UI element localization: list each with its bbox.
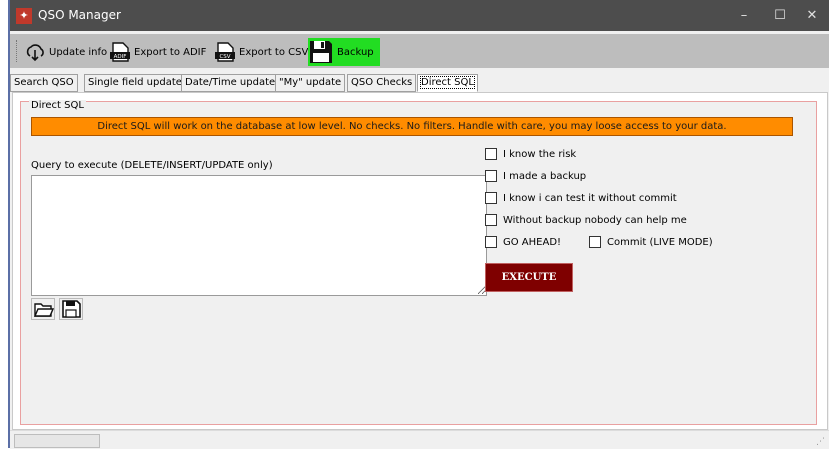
qso-manager-window: ✦ QSO Manager – ☐ ✕ Update info ADIF Exp… bbox=[10, 0, 829, 449]
execute-button[interactable]: EXECUTE bbox=[485, 263, 573, 292]
svg-text:ADIF: ADIF bbox=[114, 54, 127, 60]
tab-my-update[interactable]: "My" update bbox=[275, 74, 346, 92]
checkbox-made-backup[interactable]: I made a backup bbox=[485, 170, 586, 182]
export-csv-label: Export to CSV bbox=[239, 46, 309, 58]
warning-banner: Direct SQL will work on the database at … bbox=[31, 117, 793, 136]
update-info-label: Update info bbox=[49, 46, 108, 58]
tab-qso-checks[interactable]: QSO Checks bbox=[347, 74, 417, 92]
folder-open-icon bbox=[32, 303, 55, 323]
close-button[interactable]: ✕ bbox=[792, 4, 829, 28]
checkbox-without-backup[interactable]: Without backup nobody can help me bbox=[485, 214, 687, 226]
tab-panel: Direct SQL Direct SQL will work on the d… bbox=[12, 92, 828, 430]
cloud-download-icon bbox=[24, 41, 46, 63]
left-edge bbox=[0, 0, 10, 448]
checkbox-go-ahead[interactable]: GO AHEAD! bbox=[485, 236, 561, 248]
query-textarea[interactable] bbox=[31, 175, 487, 296]
save-file-button[interactable] bbox=[59, 298, 83, 320]
title-bar: ✦ QSO Manager – ☐ ✕ bbox=[10, 0, 829, 31]
csv-file-icon: CSV bbox=[214, 41, 236, 63]
backup-button[interactable]: Backup bbox=[308, 38, 380, 66]
toolbar-grip[interactable] bbox=[16, 40, 19, 62]
direct-sql-group: Direct SQL Direct SQL will work on the d… bbox=[20, 100, 817, 425]
floppy-save-icon bbox=[60, 300, 82, 323]
update-info-button[interactable]: Update info bbox=[24, 40, 107, 64]
export-adif-button[interactable]: ADIF Export to ADIF bbox=[109, 40, 206, 64]
checkbox-know-risk[interactable]: I know the risk bbox=[485, 148, 576, 160]
tab-search-qso[interactable]: Search QSO bbox=[10, 74, 78, 92]
open-file-button[interactable] bbox=[31, 298, 55, 320]
tab-direct-sql[interactable]: Direct SQL bbox=[417, 74, 478, 92]
window-title: QSO Manager bbox=[38, 8, 121, 22]
svg-text:CSV: CSV bbox=[219, 54, 230, 60]
status-bar: ⋰ bbox=[10, 430, 829, 449]
adif-file-icon: ADIF bbox=[109, 41, 131, 63]
backup-label: Backup bbox=[337, 46, 374, 58]
toolbar: Update info ADIF Export to ADIF CSV Expo… bbox=[10, 34, 829, 68]
checkbox-test-without-commit[interactable]: I know i can test it without commit bbox=[485, 192, 677, 204]
floppy-disk-icon bbox=[308, 39, 334, 65]
app-icon: ✦ bbox=[16, 8, 32, 24]
checkbox-commit-live-mode[interactable]: Commit (LIVE MODE) bbox=[589, 236, 713, 248]
export-adif-label: Export to ADIF bbox=[134, 46, 207, 58]
query-label: Query to execute (DELETE/INSERT/UPDATE o… bbox=[31, 160, 273, 171]
group-title: Direct SQL bbox=[29, 100, 86, 111]
tab-single-field-update[interactable]: Single field update bbox=[84, 74, 186, 92]
tab-date-time-update[interactable]: Date/Time update bbox=[181, 74, 280, 92]
export-csv-button[interactable]: CSV Export to CSV bbox=[214, 40, 308, 64]
resize-grip-icon[interactable]: ⋰ bbox=[816, 437, 825, 447]
status-panel bbox=[14, 434, 100, 448]
minimize-button[interactable]: – bbox=[724, 4, 764, 28]
